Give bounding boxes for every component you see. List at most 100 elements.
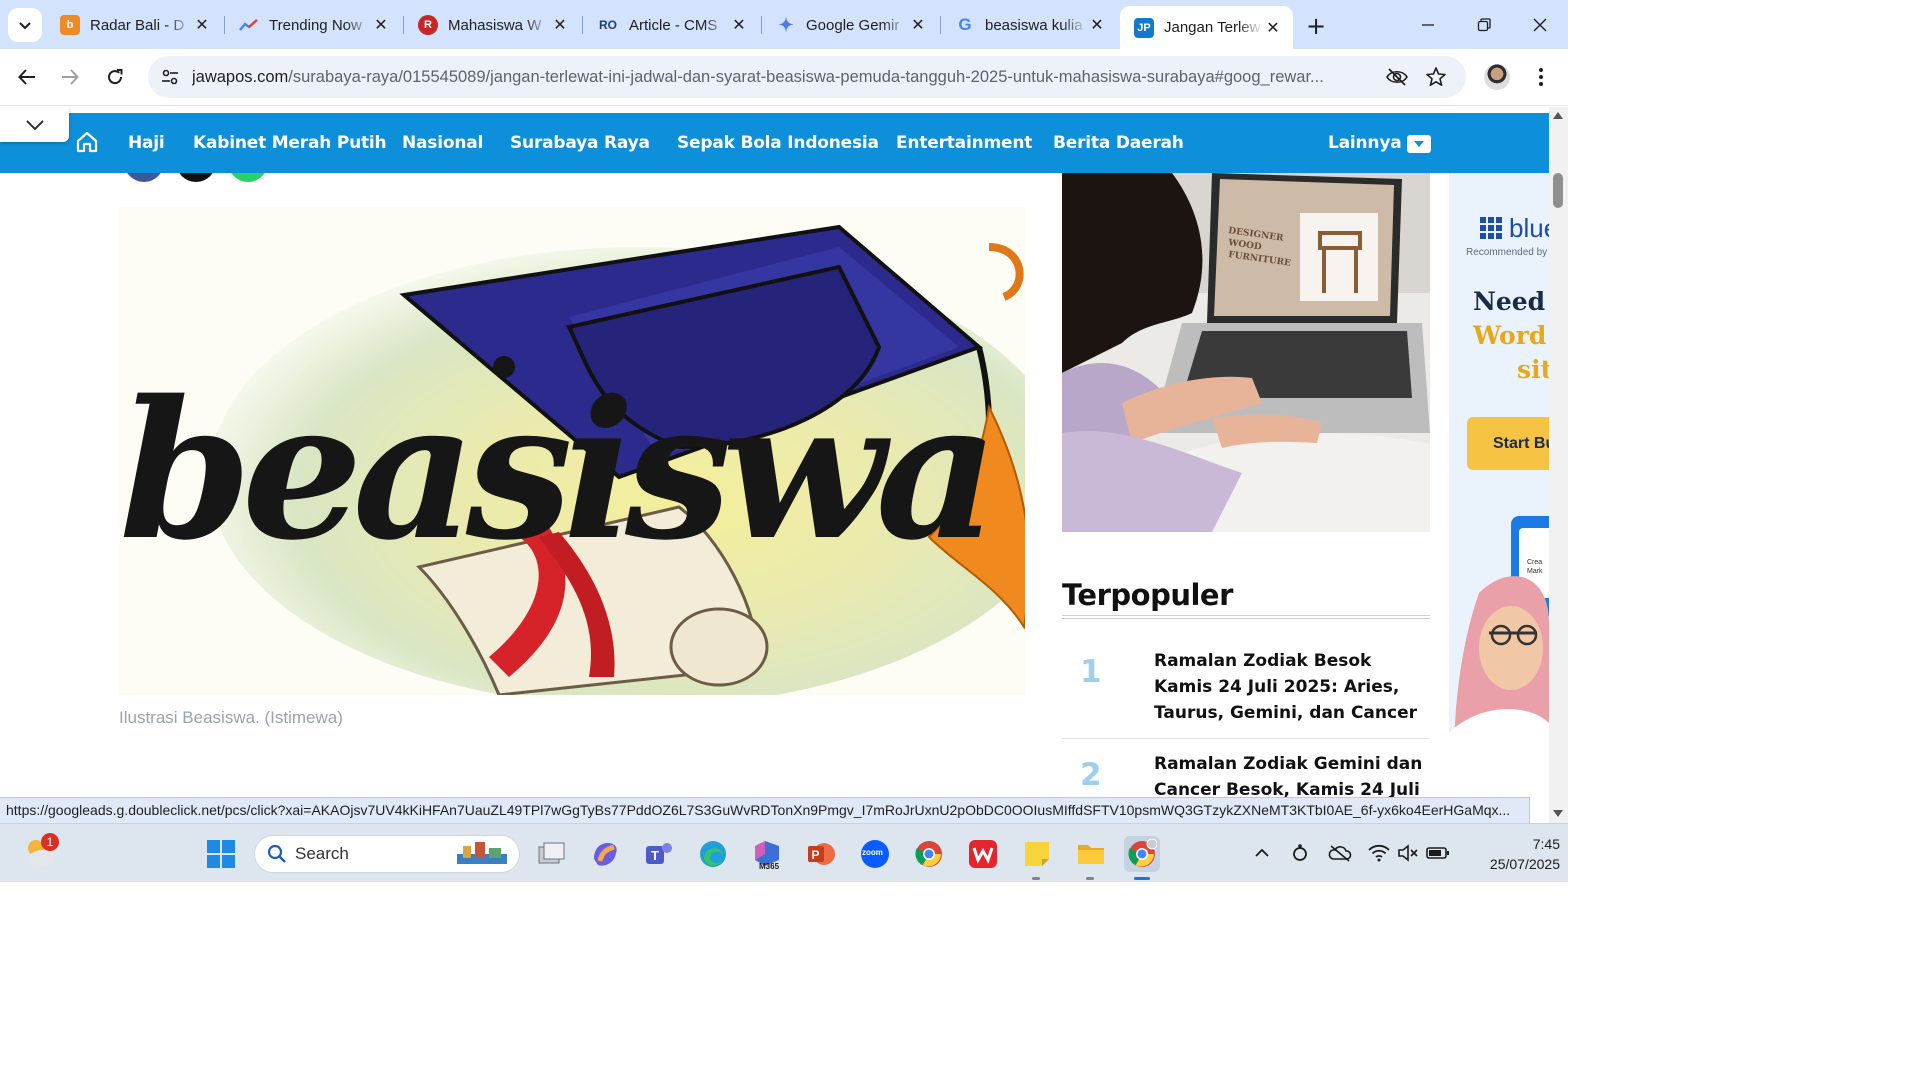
scroll-up-arrow-icon[interactable] — [1553, 112, 1563, 119]
trends-favicon-icon — [239, 15, 259, 35]
chrome-profile-app-active[interactable] — [1124, 836, 1160, 872]
address-bar[interactable]: jawapos.com/surabaya-raya/015545089/jang… — [148, 56, 1466, 98]
caret-down-icon[interactable] — [1407, 135, 1431, 153]
tab-beasiswa-search[interactable]: G beasiswa kulia ✕ — [941, 8, 1117, 42]
wifi-tray-button[interactable] — [1366, 840, 1392, 866]
site-info-button[interactable] — [152, 59, 188, 95]
close-icon[interactable]: ✕ — [371, 15, 391, 35]
volume-tray-button[interactable] — [1395, 840, 1421, 866]
minimize-button[interactable] — [1400, 0, 1456, 49]
restore-icon — [1477, 17, 1491, 31]
sticky-notes-app[interactable] — [1019, 836, 1055, 872]
tab-jawapos-active[interactable]: JP Jangan Terlew ✕ — [1120, 6, 1293, 49]
tab-title: Jangan Terlew — [1164, 19, 1261, 36]
back-button[interactable] — [9, 59, 45, 95]
popular-item[interactable]: 1 Ramalan Zodiak Besok Kamis 24 Juli 202… — [1062, 648, 1430, 738]
scroll-down-arrow-icon[interactable] — [1553, 810, 1563, 817]
task-view-button[interactable] — [533, 836, 569, 872]
forward-button[interactable] — [52, 59, 88, 95]
wps-office-icon — [969, 840, 997, 868]
svg-text:P: P — [812, 848, 820, 862]
nav-nasional[interactable]: Nasional — [402, 133, 483, 153]
tab-search-button[interactable] — [8, 8, 42, 42]
site-navigation: Haji Kabinet Merah Putih Nasional Suraba… — [0, 113, 1549, 173]
reload-button[interactable] — [97, 59, 133, 95]
bookmark-star-button[interactable] — [1423, 64, 1449, 90]
zoom-label: zoom — [862, 848, 883, 857]
tab-mahasiswa[interactable]: R Mahasiswa W ✕ — [404, 8, 580, 42]
tab-article-cms[interactable]: RO Article - CMS ✕ — [583, 8, 759, 42]
tune-icon — [162, 69, 178, 85]
close-icon[interactable]: ✕ — [908, 15, 928, 35]
nav-haji[interactable]: Haji — [128, 133, 165, 153]
restore-button[interactable] — [1456, 0, 1512, 49]
tab-title: Article - CMS — [629, 16, 718, 34]
clock-date: 25/07/2025 — [1489, 856, 1560, 872]
scroll-thumb[interactable] — [1553, 173, 1563, 208]
tab-title: Mahasiswa W — [448, 16, 542, 34]
tracking-protection-button[interactable] — [1384, 64, 1410, 90]
url-text[interactable]: jawapos.com/surabaya-raya/015545089/jang… — [192, 68, 1372, 87]
powerpoint-app[interactable]: P — [803, 836, 839, 872]
file-explorer-app[interactable] — [1073, 836, 1109, 872]
start-button[interactable] — [203, 836, 239, 872]
close-window-button[interactable] — [1512, 0, 1568, 49]
teams-app[interactable]: T — [641, 836, 677, 872]
vertical-scrollbar[interactable] — [1549, 107, 1568, 823]
close-icon — [1533, 18, 1547, 31]
search-icon — [267, 844, 286, 863]
sidebar-ad-image[interactable]: DESIGNER WOOD FURNITURE — [1062, 173, 1430, 532]
close-icon[interactable]: ✕ — [550, 15, 570, 35]
minimize-icon — [1422, 23, 1434, 26]
popular-headline[interactable]: Ramalan Zodiak Gemini dan Cancer Besok, … — [1154, 751, 1424, 797]
popular-headline[interactable]: Ramalan Zodiak Besok Kamis 24 Juli 2025:… — [1154, 648, 1424, 726]
m365-app[interactable]: M365 — [749, 836, 785, 872]
copilot-app[interactable] — [587, 836, 623, 872]
weather-widget[interactable]: 1 — [22, 833, 59, 870]
nav-entertainment[interactable]: Entertainment — [896, 133, 1032, 153]
close-icon[interactable]: ✕ — [192, 15, 212, 35]
popular-item[interactable]: 2 Ramalan Zodiak Gemini dan Cancer Besok… — [1062, 751, 1430, 797]
close-icon[interactable]: ✕ — [1087, 15, 1107, 35]
chrome-app[interactable] — [911, 836, 947, 872]
profile-avatar[interactable] — [1484, 64, 1510, 90]
nav-surabaya-raya[interactable]: Surabaya Raya — [510, 133, 650, 153]
copilot-icon — [594, 843, 617, 866]
notification-badge: 1 — [41, 833, 59, 851]
onedrive-tray-button[interactable] — [1327, 840, 1353, 866]
tab-title: beasiswa kulia — [985, 16, 1083, 34]
edge-app[interactable] — [695, 836, 731, 872]
new-tab-button[interactable]: + — [1300, 10, 1332, 42]
teams-icon: T — [646, 843, 672, 864]
home-icon[interactable] — [74, 129, 100, 155]
tab-trending-now[interactable]: Trending Now ✕ — [225, 8, 401, 42]
browser-toolbar: jawapos.com/surabaya-raya/015545089/jang… — [0, 49, 1568, 106]
back-arrow-icon — [18, 69, 35, 85]
sync-tray-button[interactable] — [1287, 840, 1313, 866]
wps-app[interactable] — [965, 836, 1001, 872]
taskbar-search[interactable]: Search — [254, 835, 520, 873]
sticky-notes-icon — [1025, 842, 1049, 866]
tab-title: Radar Bali - D — [90, 16, 185, 34]
section-divider — [1062, 615, 1430, 619]
system-clock[interactable]: 7:45 25/07/2025 — [1478, 834, 1560, 874]
show-hidden-icons-button[interactable] — [1249, 840, 1275, 866]
chrome-icon — [915, 841, 942, 867]
nav-lainnya[interactable]: Lainnya — [1328, 133, 1402, 153]
nav-sepak-bola-indonesia[interactable]: Sepak Bola Indonesia — [677, 133, 879, 153]
battery-tray-button[interactable] — [1425, 840, 1451, 866]
radar-favicon-icon: R — [418, 15, 438, 35]
zoom-app[interactable]: zoom — [857, 836, 893, 872]
skyscraper-ad[interactable]: blue Recommended by Need a Word site Sta… — [1449, 173, 1549, 797]
chrome-menu-button[interactable] — [1526, 60, 1556, 94]
nav-berita-daerah[interactable]: Berita Daerah — [1053, 133, 1184, 153]
close-icon[interactable]: ✕ — [1263, 18, 1283, 38]
nav-kabinet-merah-putih[interactable]: Kabinet Merah Putih — [193, 133, 387, 153]
close-icon[interactable]: ✕ — [729, 15, 749, 35]
powerpoint-icon: P — [808, 843, 835, 865]
tab-google-gemini[interactable]: ✦ Google Gemir ✕ — [762, 8, 938, 42]
collapse-header-button[interactable] — [0, 107, 69, 142]
tab-radar-bali[interactable]: b Radar Bali - D ✕ — [46, 8, 222, 42]
ad-cta-button[interactable]: Start Bu — [1467, 417, 1549, 470]
popular-rank: 1 — [1080, 654, 1102, 690]
